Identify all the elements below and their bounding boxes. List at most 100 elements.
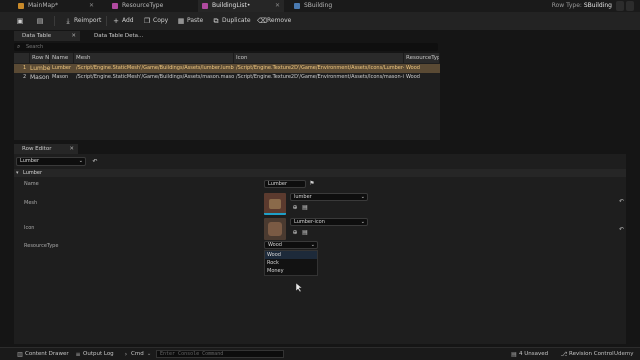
terminal-icon: › bbox=[124, 351, 128, 358]
tab-row-editor[interactable]: Row Editor ✕ bbox=[14, 144, 78, 154]
browse-arrow-icon[interactable]: ⊕ bbox=[292, 205, 298, 211]
column-header-name[interactable]: Name bbox=[50, 53, 74, 63]
mesh-label: Mesh bbox=[24, 200, 38, 206]
building-thumbnail-icon bbox=[269, 199, 281, 209]
log-icon: ≡ bbox=[75, 351, 81, 358]
content-drawer-button[interactable]: ▥ Content Drawer bbox=[16, 348, 68, 360]
row-editor-panel: Lumber ⌄ ↶ ▾ Lumber Name Lumber ⚑ Mesh l… bbox=[14, 154, 626, 344]
panel-tab-label: Row Editor bbox=[22, 146, 52, 152]
unsaved-indicator[interactable]: ▤ 4 Unsaved bbox=[510, 348, 548, 360]
reimport-icon: ⤓ bbox=[66, 17, 70, 25]
maximize-button[interactable] bbox=[626, 1, 634, 11]
duplicate-button[interactable]: ⧉ Duplicate bbox=[210, 15, 251, 27]
flag-icon[interactable]: ⚑ bbox=[309, 181, 315, 187]
remove-button[interactable]: ⌫ Remove bbox=[255, 15, 291, 27]
mouse-cursor-icon bbox=[296, 283, 302, 292]
paste-button[interactable]: ▦ Paste bbox=[175, 15, 204, 27]
watermark: Udemy bbox=[614, 351, 634, 357]
chevron-down-icon: ⌄ bbox=[310, 242, 315, 248]
reimport-label: Reimport bbox=[74, 17, 102, 24]
resourcetype-options-menu: Wood Rock Money bbox=[264, 250, 318, 276]
output-log-button[interactable]: ≡ Output Log bbox=[74, 348, 113, 360]
browse-button[interactable]: ▤ bbox=[34, 15, 46, 27]
row-type-label: Row Type: bbox=[551, 2, 582, 9]
duplicate-label: Duplicate bbox=[222, 17, 251, 24]
close-icon[interactable]: ✕ bbox=[71, 31, 76, 41]
collapse-arrow-icon: ▾ bbox=[16, 170, 19, 176]
mesh-thumbnail bbox=[264, 193, 286, 215]
section-title: Lumber bbox=[23, 170, 43, 176]
column-header-index bbox=[14, 53, 30, 63]
folder-icon[interactable]: ▤ bbox=[302, 205, 308, 211]
drawer-icon: ▥ bbox=[17, 351, 23, 358]
reset-icon[interactable]: ↶ bbox=[92, 159, 98, 165]
mesh-asset-picker[interactable]: lumber ⌄ bbox=[290, 193, 368, 201]
search-input[interactable]: ⌕ Search bbox=[14, 43, 438, 51]
name-cell: Lumber bbox=[52, 65, 72, 71]
table-row[interactable]: 2 Mason Mason /Script/Engine.StaticMesh'… bbox=[14, 73, 440, 82]
console-input[interactable]: Enter Console Command bbox=[156, 350, 284, 358]
save-button[interactable]: ▣ bbox=[14, 15, 26, 27]
console-placeholder: Enter Console Command bbox=[160, 351, 224, 357]
toolbar-divider bbox=[54, 16, 55, 26]
remove-label: Remove bbox=[267, 17, 292, 24]
search-placeholder: Search bbox=[26, 44, 44, 50]
data-table: Row Na Name Mesh Icon ResourceType 1 Lum… bbox=[14, 53, 440, 140]
row-selector-dropdown[interactable]: Lumber ⌄ bbox=[16, 157, 86, 166]
browse-arrow-icon[interactable]: ⊕ bbox=[292, 230, 298, 236]
tab-label: ResourceType bbox=[122, 2, 164, 9]
close-icon[interactable]: ✕ bbox=[89, 0, 94, 12]
close-icon[interactable]: ✕ bbox=[69, 144, 74, 154]
revision-control-button[interactable]: ⎇ Revision Control bbox=[560, 348, 614, 360]
table-row[interactable]: 1 Lumber Lumber /Script/Engine.StaticMes… bbox=[14, 64, 440, 73]
reset-icon[interactable]: ↶ bbox=[619, 226, 624, 233]
search-icon: ⌕ bbox=[17, 43, 21, 50]
enum-icon bbox=[112, 3, 118, 9]
name-value: Lumber bbox=[268, 181, 288, 187]
cmd-selector[interactable]: › Cmd ⌄ bbox=[122, 348, 152, 360]
option-rock[interactable]: Rock bbox=[265, 259, 317, 267]
tab-label: BuildingList• bbox=[212, 2, 251, 9]
revision-control-label: Revision Control bbox=[569, 351, 614, 357]
resourcetype-dropdown[interactable]: Wood ⌄ bbox=[264, 241, 318, 249]
row-selector-value: Lumber bbox=[20, 158, 40, 164]
icon-asset-picker[interactable]: Lumber-icon ⌄ bbox=[290, 218, 368, 226]
column-header-rowname[interactable]: Row Na bbox=[30, 53, 50, 63]
icon-thumbnail bbox=[264, 218, 286, 240]
section-header[interactable]: ▾ Lumber bbox=[14, 169, 626, 177]
unsaved-label: 4 Unsaved bbox=[519, 351, 549, 357]
thumbnail-strip bbox=[264, 213, 286, 215]
panel-tab-label: Data Table Deta... bbox=[94, 33, 144, 39]
name-field[interactable]: Lumber bbox=[264, 180, 306, 188]
column-header-mesh[interactable]: Mesh bbox=[74, 53, 234, 63]
reimport-button[interactable]: ⤓ Reimport bbox=[62, 15, 101, 27]
tab-data-table-details[interactable]: Data Table Deta... bbox=[86, 31, 156, 41]
unsaved-icon: ▤ bbox=[511, 351, 517, 358]
reset-icon[interactable]: ↶ bbox=[619, 198, 624, 205]
folder-icon[interactable]: ▤ bbox=[302, 230, 308, 236]
resourcetype-value: Wood bbox=[268, 242, 282, 248]
tab-label: SBuilding bbox=[304, 2, 333, 9]
column-header-resourcetype[interactable]: ResourceType bbox=[404, 53, 440, 63]
tab-sbuilding[interactable]: SBuilding bbox=[290, 0, 370, 12]
tab-mainmap[interactable]: MainMap* ✕ bbox=[14, 0, 98, 12]
column-header-icon[interactable]: Icon bbox=[234, 53, 404, 63]
lumber-thumbnail-icon bbox=[268, 222, 282, 236]
option-money[interactable]: Money bbox=[265, 267, 317, 275]
status-bar: ▥ Content Drawer ≡ Output Log › Cmd ⌄ ▤ 4 Uns… bbox=[0, 347, 640, 360]
copy-button[interactable]: ❐ Copy bbox=[141, 15, 168, 27]
level-icon bbox=[18, 3, 24, 9]
tab-label: MainMap* bbox=[28, 2, 58, 9]
mesh-cell: /Script/Engine.StaticMesh'/Game/Building… bbox=[76, 65, 234, 71]
minimize-button[interactable] bbox=[616, 1, 624, 11]
tab-data-table[interactable]: Data Table ✕ bbox=[14, 31, 80, 41]
chevron-down-icon: ⌄ bbox=[360, 219, 365, 225]
tab-buildinglist[interactable]: BuildingList• ✕ bbox=[198, 0, 284, 12]
tab-resourcetype[interactable]: ResourceType bbox=[108, 0, 196, 12]
close-icon[interactable]: ✕ bbox=[275, 0, 280, 12]
title-bar: MainMap* ✕ ResourceType BuildingList• ✕ … bbox=[0, 0, 640, 12]
revision-icon: ⎇ bbox=[560, 351, 568, 358]
save-icon: ▣ bbox=[16, 17, 24, 25]
option-wood[interactable]: Wood bbox=[265, 251, 317, 259]
add-button[interactable]: + Add bbox=[110, 15, 134, 27]
